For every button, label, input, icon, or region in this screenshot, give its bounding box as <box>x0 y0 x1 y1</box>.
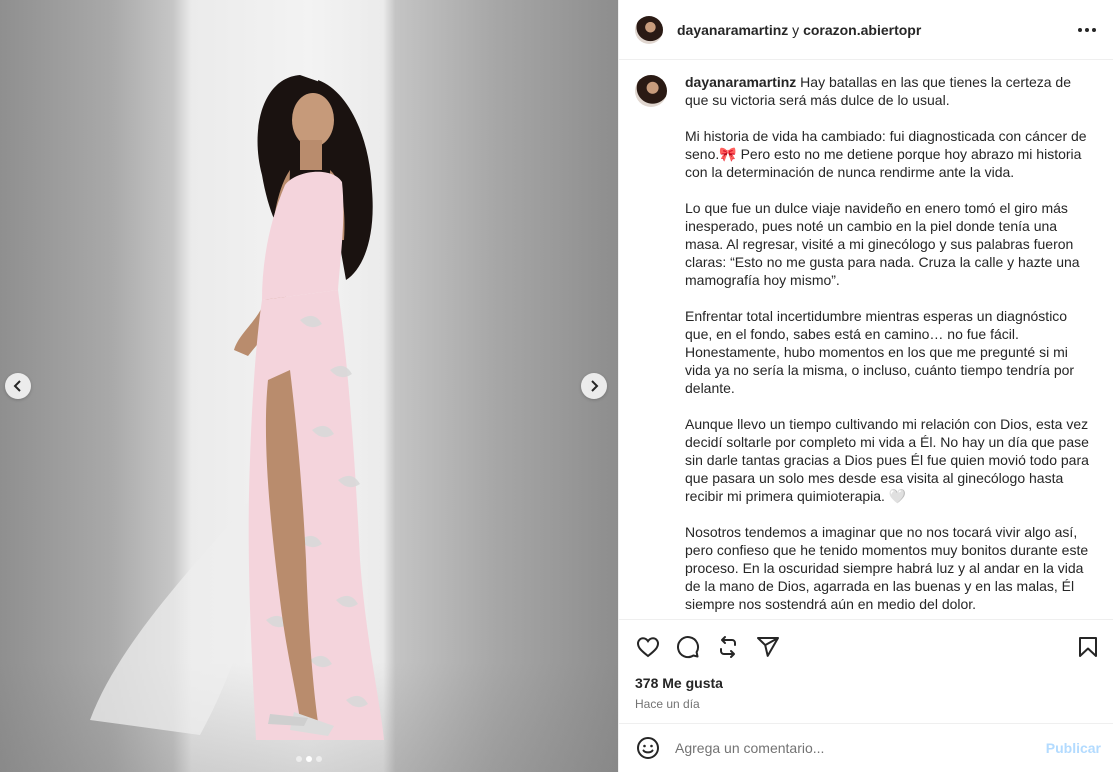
likes-count[interactable]: 378 Me gusta <box>635 675 1101 691</box>
post-actions: 378 Me gusta Hace un día <box>619 619 1113 711</box>
next-slide-button[interactable] <box>581 373 607 399</box>
chevron-left-icon <box>13 380 21 392</box>
caption-paragraph: Enfrentar total incertidumbre mientras e… <box>685 308 1075 396</box>
caption-author-avatar[interactable] <box>635 75 667 107</box>
share-icon <box>757 637 779 657</box>
action-icons <box>635 634 1101 660</box>
previous-slide-button[interactable] <box>5 373 31 399</box>
caption-username-link[interactable]: dayanaramartinz <box>685 74 796 90</box>
share-button[interactable] <box>755 634 781 660</box>
caption-paragraph: Mi historia de vida ha cambiado: fui dia… <box>685 128 1087 180</box>
post-media <box>0 0 618 772</box>
comment-composer: Publicar <box>619 723 1113 772</box>
slide-dot <box>296 756 302 762</box>
more-horizontal-icon <box>1078 27 1096 32</box>
post-caption: dayanaramartinz Hay batallas en las que … <box>685 73 1097 619</box>
authors-joiner: y <box>792 21 800 38</box>
post-photo <box>90 75 384 740</box>
caption-paragraph: Lo que fue un dulce viaje navideño en en… <box>685 200 1080 288</box>
more-options-button[interactable] <box>1075 18 1099 42</box>
chevron-right-icon <box>591 380 599 392</box>
post-header: dayanaramartinz y corazon.abiertopr <box>619 0 1113 60</box>
bookmark-icon <box>1079 637 1097 657</box>
caption-section[interactable]: dayanaramartinz Hay batallas en las que … <box>619 61 1113 619</box>
publish-button[interactable]: Publicar <box>1046 740 1101 756</box>
post-sidebar: dayanaramartinz y corazon.abiertopr daya… <box>618 0 1113 772</box>
collaborator-username-link[interactable]: corazon.abiertopr <box>803 22 921 38</box>
repost-icon <box>720 636 736 658</box>
like-button[interactable] <box>635 634 661 660</box>
slide-indicator <box>0 756 618 762</box>
comment-icon <box>677 636 700 659</box>
comment-button[interactable] <box>675 634 701 660</box>
slide-dot <box>316 756 322 762</box>
author-username-link[interactable]: dayanaramartinz <box>677 22 788 38</box>
repost-button[interactable] <box>715 634 741 660</box>
caption-paragraph: Nosotros tendemos a imaginar que no nos … <box>685 524 1089 612</box>
post-timestamp[interactable]: Hace un día <box>635 697 1101 711</box>
author-avatar[interactable] <box>635 15 663 44</box>
emoji-icon <box>637 737 659 759</box>
emoji-picker-button[interactable] <box>635 735 661 761</box>
post-authors: dayanaramartinz y corazon.abiertopr <box>677 22 921 38</box>
post-modal: dayanaramartinz y corazon.abiertopr daya… <box>0 0 1113 772</box>
slide-dot-active <box>306 756 312 762</box>
save-button[interactable] <box>1075 634 1101 660</box>
caption-paragraph: dayanaramartinz Hay batallas en las que … <box>685 73 1097 109</box>
caption-paragraph: Aunque llevo un tiempo cultivando mi rel… <box>685 416 1089 504</box>
comment-input[interactable] <box>675 740 1046 756</box>
heart-icon <box>636 637 660 658</box>
